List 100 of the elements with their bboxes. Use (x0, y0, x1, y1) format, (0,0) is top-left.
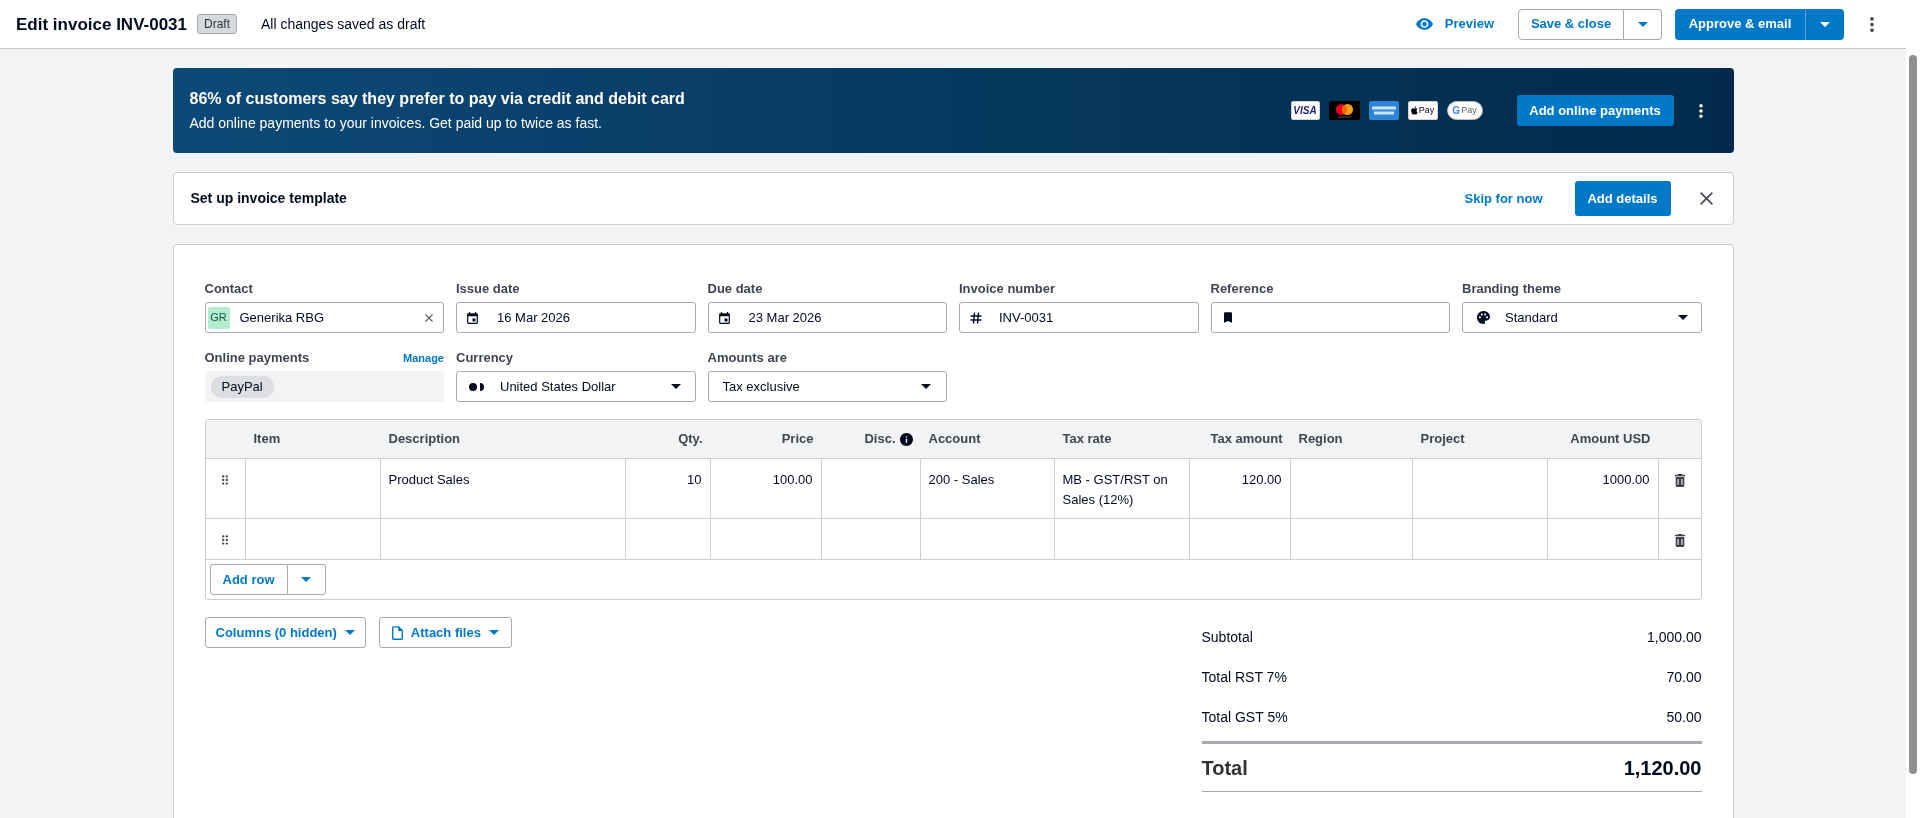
scrollbar-thumb[interactable] (1909, 55, 1917, 774)
table-cell[interactable]: Product Sales (380, 459, 626, 519)
caret-icon (1820, 21, 1830, 27)
table-cell[interactable]: 120.00 (1189, 459, 1291, 519)
date-field[interactable]: 16 Mar 2026 (456, 302, 696, 333)
column-header: Tax amount (1210, 430, 1283, 449)
grand-total-value: 1,120.00 (1623, 755, 1702, 781)
hash-icon (970, 311, 982, 324)
table-cell[interactable] (245, 459, 381, 519)
calendar-icon (467, 311, 478, 324)
delete-icon[interactable] (1674, 533, 1685, 547)
theme-dropdown[interactable]: Standard (1462, 302, 1702, 333)
mastercard-logo (1328, 101, 1360, 120)
logo-text: Pay (1418, 106, 1435, 115)
table-cell[interactable] (625, 519, 711, 560)
table-cell[interactable] (710, 519, 822, 560)
table-cell[interactable] (245, 519, 381, 560)
attach-files-button[interactable]: Attach files (378, 617, 512, 648)
manage-link[interactable]: Manage (403, 349, 444, 367)
table-cell[interactable]: MB - GST/RST on Sales (12%) (1054, 459, 1190, 519)
column-header: Disc. (864, 430, 896, 449)
column-header: Tax rate (1062, 430, 1112, 449)
caret-icon (1677, 315, 1688, 320)
table-cell[interactable] (1189, 519, 1291, 560)
column-header: Project (1420, 430, 1465, 449)
table-cell[interactable] (920, 519, 1055, 560)
table-cell[interactable] (1290, 519, 1413, 560)
field-label: Branding theme (1462, 281, 1561, 297)
table-cell[interactable]: 200 - Sales (920, 459, 1055, 519)
eye-icon (1415, 18, 1433, 30)
field-label: Amounts are (707, 350, 787, 366)
drag-handle-icon[interactable] (222, 475, 228, 485)
table-cell[interactable] (821, 459, 921, 519)
reference-field[interactable] (1210, 302, 1450, 333)
status-badge: Draft (197, 14, 238, 34)
skip-link[interactable]: Skip for now (1464, 188, 1543, 209)
add-row-options-button[interactable] (287, 564, 326, 595)
caret-icon (488, 630, 499, 635)
template-title: Set up invoice template (190, 189, 347, 208)
column-header: Amount USD (1570, 430, 1651, 449)
caret-icon (921, 384, 931, 389)
more-icon (1698, 103, 1703, 118)
table-cell[interactable] (1054, 519, 1190, 560)
table-cell[interactable] (380, 519, 626, 560)
clear-icon[interactable] (425, 313, 433, 322)
field-label: Currency (456, 350, 514, 366)
add-row-button[interactable]: Add row (209, 564, 288, 595)
table-cell[interactable] (1412, 459, 1548, 519)
table-cell[interactable]: 100.00 (710, 459, 822, 519)
more-icon (1870, 16, 1874, 32)
close-button[interactable] (1699, 191, 1714, 206)
contact-field[interactable]: GR Generika RBG (204, 302, 444, 333)
columns-button[interactable]: Columns (0 hidden) (204, 617, 366, 648)
field-label: Contact (204, 281, 253, 297)
save-status: All changes saved as draft (261, 14, 426, 34)
drag-handle-icon[interactable] (222, 535, 228, 545)
column-header: Price (781, 430, 814, 449)
delete-icon[interactable] (1674, 473, 1685, 487)
column-header: Description (388, 430, 460, 449)
table-cell[interactable] (821, 519, 921, 560)
calendar-icon (718, 311, 730, 324)
currency-dropdown[interactable]: United States Dollar (456, 371, 696, 402)
table-cell[interactable] (1547, 519, 1659, 560)
amounts-dropdown[interactable]: Tax exclusive (707, 371, 947, 402)
field-label: Due date (707, 281, 763, 297)
column-header: Account (928, 430, 981, 449)
add-online-payments-button[interactable]: Add online payments (1516, 95, 1674, 126)
caret-icon (301, 577, 311, 582)
google-pay-logo: G Pay (1446, 101, 1483, 120)
save-options-button[interactable] (1624, 8, 1662, 40)
online-payments-field[interactable]: PayPal (204, 371, 444, 402)
total-label: Subtotal (1201, 627, 1253, 647)
total-value: 70.00 (1666, 667, 1702, 687)
invoice-number-field[interactable]: INV-0031 (959, 302, 1199, 333)
total-value: 50.00 (1666, 707, 1702, 727)
table-cell[interactable] (1290, 459, 1413, 519)
column-header: Qty. (678, 430, 703, 449)
total-value: 1,000.00 (1647, 627, 1702, 647)
date-field[interactable]: 23 Mar 2026 (707, 302, 947, 333)
payment-chip[interactable]: PayPal (210, 375, 274, 398)
approve-options-button[interactable] (1805, 8, 1844, 40)
save-close-button[interactable]: Save & close (1518, 8, 1624, 40)
grand-total-label: Total (1201, 755, 1248, 781)
total-label: Total GST 5% (1201, 707, 1288, 727)
table-cell[interactable] (1412, 519, 1548, 560)
field-label: Invoice number (959, 281, 1056, 297)
column-header: Region (1298, 430, 1343, 449)
apple-icon (1410, 106, 1418, 115)
banner-title: 86% of customers say they prefer to pay via credit and debit card (189, 89, 685, 108)
field-label: Issue date (456, 281, 520, 297)
contact-avatar: GR (207, 306, 230, 329)
table-cell[interactable]: 10 (625, 459, 711, 519)
preview-button[interactable]: Preview (1413, 8, 1496, 40)
page-title: Edit invoice INV-0031 (16, 15, 187, 33)
add-details-button[interactable]: Add details (1574, 181, 1671, 216)
field-label: Online payments (204, 350, 310, 366)
approve-email-button[interactable]: Approve & email (1675, 8, 1805, 40)
total-label: Total RST 7% (1201, 667, 1287, 687)
table-cell[interactable]: 1000.00 (1547, 459, 1659, 519)
column-header: Item (253, 430, 281, 449)
